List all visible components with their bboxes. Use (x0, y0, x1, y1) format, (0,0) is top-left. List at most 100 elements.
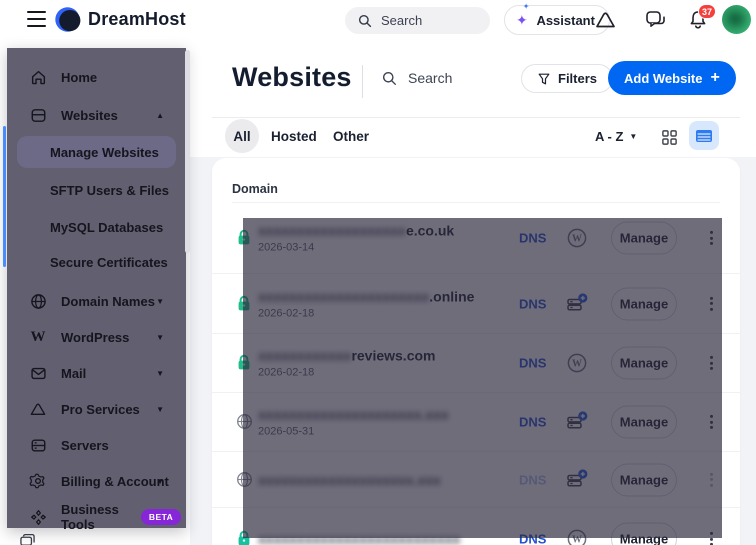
ssl-lock-icon (236, 530, 254, 545)
kebab-menu-icon[interactable] (706, 528, 717, 545)
funnel-icon (538, 73, 550, 84)
dns-link[interactable]: DNS (519, 356, 546, 371)
sidebar-item-label: Home (61, 69, 98, 85)
manage-button[interactable]: Manage (611, 405, 677, 439)
home-icon (29, 68, 47, 86)
sidebar-item-mail[interactable]: Mail ▼ (17, 356, 176, 390)
dns-link[interactable]: DNS (519, 472, 546, 487)
manage-button[interactable]: Manage (611, 522, 677, 545)
sidebar-item-label: WordPress (61, 329, 130, 345)
wordpress-icon: W (566, 528, 588, 545)
sidebar-item-mysql-databases[interactable]: MySQL Databases (17, 211, 176, 243)
list-view-button[interactable] (689, 121, 719, 150)
sort-label: A - Z (595, 129, 624, 144)
kebab-menu-icon[interactable] (706, 227, 717, 249)
sidebar-item-label: Business Tools (61, 502, 119, 532)
kebab-menu-icon[interactable] (706, 292, 717, 314)
expiry-date: 2026-02-18 (258, 366, 315, 379)
sidebar-scrollbar[interactable] (185, 50, 190, 253)
assistant-label: Assistant (536, 12, 595, 28)
active-section-indicator (3, 126, 6, 267)
table-row[interactable]: xxxxxxxxxxxxxxxxxxxe.co.uk 2026-03-14 DN… (212, 203, 740, 274)
hamburger-menu-icon[interactable] (27, 11, 46, 27)
chevron-down-icon: ▼ (156, 404, 164, 414)
tab-hosted[interactable]: Hosted (271, 123, 317, 150)
sidebar-item-label: SFTP Users & Files (50, 182, 169, 198)
sidebar-item-pro-services[interactable]: Pro Services ▼ (17, 392, 176, 426)
table-row[interactable]: xxxxxxxxxxxxxxxxxxxxxxxxxx DNS W Manage (212, 508, 740, 545)
cloud-services-icon[interactable] (594, 10, 617, 30)
sidebar-item-business-tools[interactable]: Business Tools BETA (17, 500, 182, 534)
title-divider (362, 65, 363, 98)
add-hosting-icon[interactable] (566, 468, 588, 491)
ssl-lock-icon (236, 295, 254, 313)
manage-button[interactable]: Manage (611, 287, 677, 320)
sidebar-item-label: Secure Certificates (50, 254, 168, 270)
websites-search-input[interactable]: Search (382, 70, 452, 86)
table-row[interactable]: xxxxxxxxxxxxxxxxxxxx.xxx DNS Manage (212, 452, 740, 508)
kebab-menu-icon[interactable] (706, 468, 717, 490)
sidebar-item-servers[interactable]: Servers (17, 428, 176, 462)
sidebar-item-billing-account[interactable]: Billing & Account ▼ (17, 464, 176, 498)
add-website-button[interactable]: Add Website + (608, 61, 736, 95)
sidebar-item-sftp-users-files[interactable]: SFTP Users & Files (17, 174, 176, 206)
header-divider (212, 117, 740, 118)
sidebar-item-home[interactable]: Home (17, 60, 176, 94)
sort-dropdown[interactable]: A - Z ▼ (595, 129, 637, 144)
filters-label: Filters (558, 71, 598, 86)
domain-masked: xxxxxxxxxxxxxxxxxxx (258, 222, 406, 239)
globe-icon (236, 471, 254, 489)
column-header-domain: Domain (232, 182, 278, 196)
wordpress-icon: W (566, 227, 588, 249)
kebab-menu-icon[interactable] (706, 352, 717, 374)
sidebar-item-label: Mail (61, 365, 87, 381)
add-hosting-icon[interactable] (566, 411, 588, 433)
sidebar-item-domain-names[interactable]: Domain Names ▼ (17, 284, 176, 318)
sidebar-item-label: Websites (61, 107, 118, 123)
chevron-down-icon: ▼ (156, 368, 164, 378)
sidebar-item-label: Domain Names (61, 293, 155, 309)
global-search-input[interactable]: Search (345, 7, 490, 34)
tab-all[interactable]: All (225, 119, 259, 153)
dreamhost-logo[interactable]: DreamHost (54, 6, 186, 33)
manage-button[interactable]: Manage (611, 346, 677, 380)
svg-text:W: W (572, 535, 582, 545)
manage-button[interactable]: Manage (611, 221, 677, 255)
sidebar-item-websites[interactable]: Websites ▲ (17, 98, 176, 132)
svg-text:W: W (572, 234, 582, 245)
dns-link[interactable]: DNS (519, 296, 546, 311)
tab-other[interactable]: Other (333, 123, 369, 150)
sidebar-item-secure-certificates[interactable]: Secure Certificates (17, 246, 176, 278)
brand-name: DreamHost (88, 9, 186, 29)
dns-link[interactable]: DNS (519, 415, 546, 430)
notification-count-badge: 37 (698, 4, 717, 19)
chat-help-icon[interactable] (645, 10, 667, 30)
kebab-menu-icon[interactable] (706, 411, 717, 433)
sparkles-icon: ✦ ✦ (516, 1, 530, 28)
cloud-icon (29, 400, 47, 418)
top-bar: DreamHost Search ✦ ✦ Assistant 37 (0, 0, 756, 40)
domain-visible: e.co.uk (405, 222, 455, 239)
chevron-down-icon: ▼ (156, 332, 164, 342)
domain-masked: xxxxxxxxxxxxxxxxxxxxxx (258, 288, 430, 304)
add-hosting-icon[interactable] (566, 292, 588, 315)
sidebar-item-manage-websites[interactable]: Manage Websites (17, 136, 176, 168)
manage-button[interactable]: Manage (611, 463, 677, 496)
sidebar-item-wordpress[interactable]: W WordPress ▼ (17, 320, 176, 354)
domain-masked: xxxxxxxxxxxx (258, 347, 352, 364)
dns-link[interactable]: DNS (519, 532, 546, 545)
sidebar: Home Websites ▲ Manage Websites SFTP Use… (7, 48, 190, 532)
grid-view-button[interactable] (657, 125, 681, 149)
table-row[interactable]: xxxxxxxxxxxxxxxxxxxxxx.online 2026-02-18… (212, 274, 740, 334)
domain-masked: xxxxxxxxxxxxxxxxxxxx.xxx (258, 471, 441, 488)
table-row[interactable]: xxxxxxxxxxxxreviews.com 2026-02-18 DNS W… (212, 334, 740, 393)
notifications-button[interactable]: 37 (688, 4, 717, 33)
table-row[interactable]: xxxxxxxxxxxxxxxxxxxxx.xxx 2026-05-31 DNS… (212, 393, 740, 452)
sidebar-item-label: Servers (61, 437, 109, 453)
gear-icon (29, 472, 47, 490)
search-icon (382, 71, 397, 85)
dns-link[interactable]: DNS (519, 231, 546, 246)
user-avatar[interactable] (722, 5, 751, 34)
global-search-placeholder: Search (381, 13, 423, 28)
filters-button[interactable]: Filters (521, 64, 614, 93)
